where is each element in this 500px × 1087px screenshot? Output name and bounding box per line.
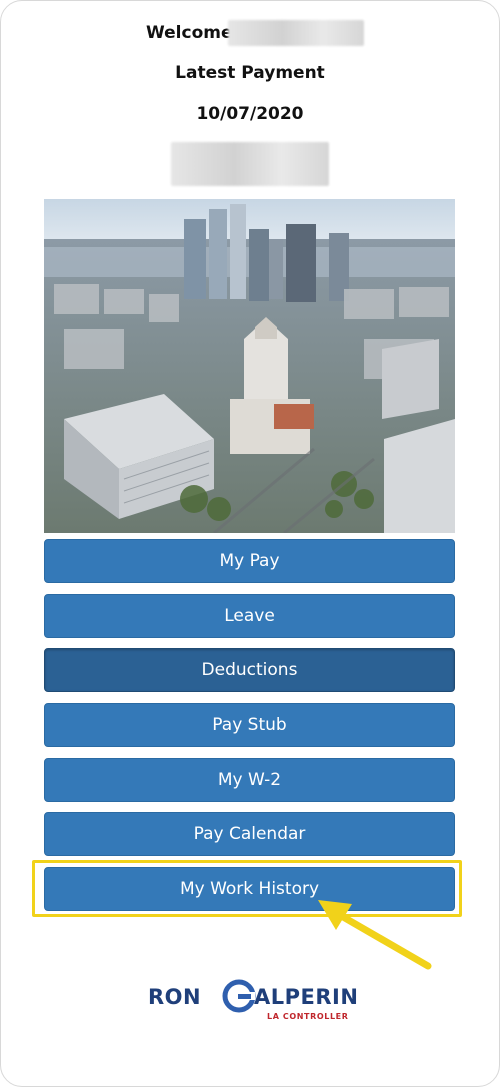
redacted-user-name [228, 20, 364, 46]
logo-subtitle: LA CONTROLLER [267, 1012, 349, 1021]
ron-galperin-logo: RON ALPERIN LA CONTROLLER [146, 979, 362, 1025]
pay-calendar-button[interactable]: Pay Calendar [44, 812, 455, 856]
logo-text-alperin: ALPERIN [254, 985, 359, 1009]
logo-g-icon [222, 979, 256, 1013]
city-skyline-image [44, 199, 455, 533]
pay-stub-button[interactable]: Pay Stub [44, 703, 455, 747]
my-pay-button[interactable]: My Pay [44, 539, 455, 583]
leave-button[interactable]: Leave [44, 594, 455, 638]
latest-payment-label: Latest Payment [175, 63, 325, 83]
yellow-arrow-icon [318, 900, 432, 970]
logo-text-ron: RON [148, 985, 202, 1009]
my-w2-button[interactable]: My W-2 [44, 758, 455, 802]
redacted-payment-amount [171, 142, 329, 186]
welcome-row: Welcome [0, 20, 500, 46]
latest-payment-date: 10/07/2020 [196, 104, 304, 124]
deductions-button[interactable]: Deductions [44, 648, 455, 692]
welcome-label: Welcome [146, 23, 233, 43]
